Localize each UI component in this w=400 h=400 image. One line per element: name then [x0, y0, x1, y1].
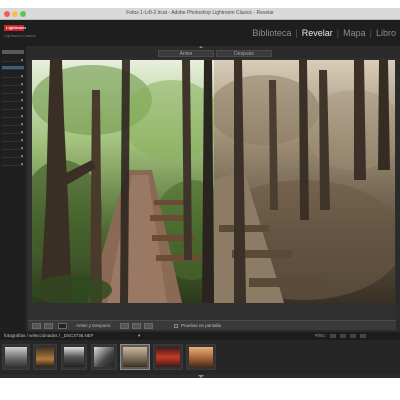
- star-filter-icon[interactable]: [340, 334, 346, 338]
- lightroom-subtitle: Lightroom Classic: [4, 33, 36, 38]
- panel-row[interactable]: [2, 138, 24, 142]
- panel-row[interactable]: [2, 98, 24, 102]
- grid-view-button[interactable]: [44, 323, 53, 329]
- panel-row-marker: [21, 163, 23, 165]
- before-photo[interactable]: [32, 60, 214, 303]
- module-libro[interactable]: Libro: [376, 28, 396, 38]
- thumbnail-image: [189, 347, 213, 367]
- left-panel: [0, 46, 26, 332]
- identity-plate: Lightroom Lightroom Classic Biblioteca |…: [0, 20, 400, 46]
- panel-row-marker: [21, 59, 23, 61]
- panel-row[interactable]: [2, 74, 24, 78]
- panel-row-marker: [21, 83, 23, 85]
- filmstrip-thumbnail-selected[interactable]: [120, 344, 150, 370]
- panel-row[interactable]: [2, 154, 24, 158]
- panel-row-marker: [21, 155, 23, 157]
- develop-toolbar: Antes y Después: Pruebas en pantalla: [28, 320, 396, 330]
- before-after-mode-label: Antes y Después:: [76, 323, 112, 328]
- lightroom-window: Fotos 1-Lr8-2.lrcat - Adobe Photoshop Li…: [0, 8, 400, 378]
- thumbnail-image: [94, 347, 114, 367]
- swap-before-after-button[interactable]: [120, 323, 129, 329]
- panel-row-marker: [21, 147, 23, 149]
- filmstrip-thumbnail[interactable]: [2, 344, 30, 370]
- panel-row[interactable]: [2, 122, 24, 126]
- soft-proof-checkbox[interactable]: [174, 324, 178, 328]
- copy-after-to-before-button[interactable]: [144, 323, 153, 329]
- panel-row-marker: [21, 91, 23, 93]
- filmstrip-header: fotografías / selecciónados / _DSC4736.N…: [0, 332, 400, 340]
- thumbnail-image: [123, 347, 147, 367]
- title-bar: Fotos 1-Lr8-2.lrcat - Adobe Photoshop Li…: [0, 8, 400, 20]
- loupe-view-button[interactable]: [32, 323, 41, 329]
- lightroom-logo: Lightroom: [4, 25, 26, 31]
- navigator-preview[interactable]: [2, 50, 24, 54]
- after-photo[interactable]: [214, 60, 395, 303]
- panel-row[interactable]: [2, 146, 24, 150]
- before-label: Antes: [158, 50, 214, 57]
- module-revelar[interactable]: Revelar: [302, 28, 333, 38]
- panel-row[interactable]: [2, 82, 24, 86]
- before-after-view-button[interactable]: [58, 323, 67, 329]
- filmstrip-thumbnail[interactable]: [91, 344, 117, 370]
- before-after-view: Antes Después: [28, 48, 396, 320]
- lock-icon[interactable]: [360, 334, 366, 338]
- panel-row[interactable]: [2, 90, 24, 94]
- panel-row[interactable]: [2, 162, 24, 166]
- module-picker: Biblioteca | Revelar | Mapa | Libro: [252, 28, 396, 38]
- panel-row-selected[interactable]: [2, 66, 24, 70]
- view-label-bar: Antes Después: [28, 48, 396, 58]
- panel-row-marker: [21, 123, 23, 125]
- module-separator: |: [336, 28, 340, 38]
- panel-row[interactable]: [2, 114, 24, 118]
- color-filter-icon[interactable]: [350, 334, 356, 338]
- filmstrip-source-path[interactable]: fotografías / selecciónados / _DSC4736.N…: [4, 333, 94, 339]
- filter-label: Filtro:: [314, 333, 326, 338]
- chevron-down-icon[interactable]: ▾: [138, 333, 140, 339]
- soft-proof-label: Pruebas en pantalla: [181, 323, 222, 328]
- after-label: Después: [216, 50, 272, 57]
- flag-filter-icon[interactable]: [330, 334, 336, 338]
- filter-icons: [330, 334, 396, 338]
- module-separator: |: [369, 28, 372, 38]
- panel-row[interactable]: [2, 106, 24, 110]
- filmstrip-thumbnail[interactable]: [33, 344, 57, 370]
- filmstrip-thumbnail[interactable]: [186, 344, 216, 370]
- thumbnail-image: [5, 347, 27, 367]
- filmstrip: [0, 340, 400, 374]
- panel-row-marker: [21, 139, 23, 141]
- panel-row[interactable]: [2, 58, 24, 62]
- module-separator: |: [295, 28, 298, 38]
- panel-row-marker: [21, 115, 23, 117]
- filmstrip-thumbnail[interactable]: [153, 344, 183, 370]
- filmstrip-toggle-icon[interactable]: [198, 375, 204, 378]
- thumbnail-image: [64, 347, 84, 367]
- panel-row-marker: [21, 131, 23, 133]
- window-title: Fotos 1-Lr8-2.lrcat - Adobe Photoshop Li…: [126, 10, 274, 16]
- panel-row-marker: [21, 99, 23, 101]
- panel-row-marker: [21, 107, 23, 109]
- copy-before-to-after-button[interactable]: [132, 323, 141, 329]
- thumbnail-image: [36, 347, 54, 367]
- module-biblioteca[interactable]: Biblioteca: [252, 28, 291, 38]
- filmstrip-thumbnail[interactable]: [61, 344, 87, 370]
- thumbnail-image: [156, 347, 180, 367]
- panel-row[interactable]: [2, 130, 24, 134]
- panel-row-marker: [21, 75, 23, 77]
- module-mapa[interactable]: Mapa: [343, 28, 366, 38]
